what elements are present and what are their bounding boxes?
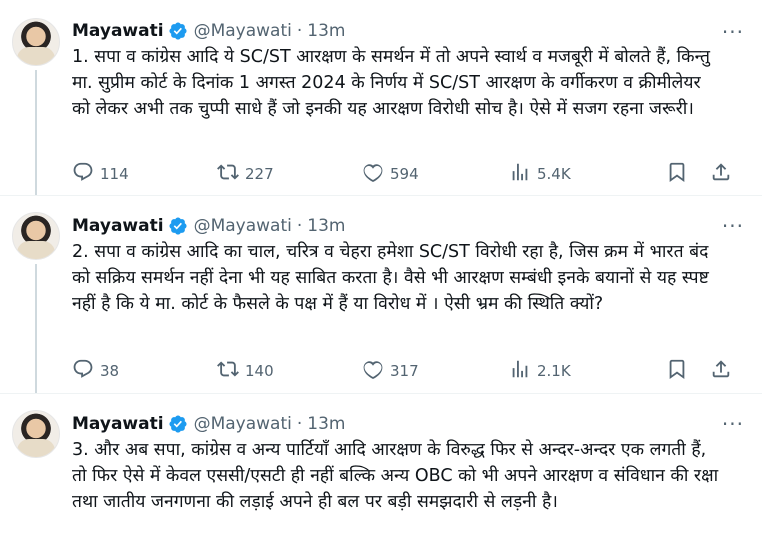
tweet-2[interactable]: Mayawati @Mayawati · 13m ··· 2. सपा व का… bbox=[0, 196, 762, 394]
avatar[interactable] bbox=[12, 410, 60, 458]
like-icon bbox=[362, 358, 384, 384]
separator-dot: · bbox=[296, 21, 303, 41]
views-button[interactable]: 5.4K bbox=[509, 161, 659, 187]
tweet-actions: 38 140 317 2.1K bbox=[72, 359, 732, 383]
views-icon bbox=[509, 358, 531, 384]
verified-badge-icon bbox=[168, 414, 188, 434]
author-name[interactable]: Mayawati bbox=[72, 216, 164, 236]
repost-icon bbox=[217, 358, 239, 384]
verified-badge-icon bbox=[168, 21, 188, 41]
separator-dot: · bbox=[296, 414, 303, 434]
thread-line bbox=[35, 264, 37, 394]
like-button[interactable]: 317 bbox=[362, 358, 509, 384]
repost-button[interactable]: 227 bbox=[217, 161, 362, 187]
timestamp[interactable]: 13m bbox=[307, 216, 345, 236]
timestamp[interactable]: 13m bbox=[307, 21, 345, 41]
views-icon bbox=[509, 161, 531, 187]
repost-button[interactable]: 140 bbox=[217, 358, 362, 384]
tweet-1[interactable]: Mayawati @Mayawati · 13m ··· 1. सपा व का… bbox=[0, 0, 762, 196]
tweet-3[interactable]: Mayawati @Mayawati · 13m ··· 3. और अब सप… bbox=[0, 394, 762, 560]
bookmark-icon[interactable] bbox=[666, 358, 688, 384]
reply-icon bbox=[72, 161, 94, 187]
tweet-text: 2. सपा व कांग्रेस आदि का चाल, चरित्र व च… bbox=[72, 242, 709, 314]
avatar[interactable] bbox=[12, 18, 60, 66]
like-count: 594 bbox=[390, 165, 419, 183]
more-icon[interactable]: ··· bbox=[722, 216, 744, 236]
tweet-actions: 114 227 594 5.4K bbox=[72, 162, 732, 186]
tweet-text: 3. और अब सपा, कांग्रेस व अन्य पार्टियाँ … bbox=[72, 440, 719, 512]
author-name[interactable]: Mayawati bbox=[72, 414, 164, 434]
reply-icon bbox=[72, 358, 94, 384]
tweet-header: Mayawati @Mayawati · 13m bbox=[72, 20, 746, 42]
like-icon bbox=[362, 161, 384, 187]
like-button[interactable]: 594 bbox=[362, 161, 509, 187]
author-handle[interactable]: @Mayawati bbox=[194, 414, 292, 434]
avatar[interactable] bbox=[12, 212, 60, 260]
verified-badge-icon bbox=[168, 216, 188, 236]
reply-count: 38 bbox=[100, 362, 120, 380]
repost-count: 140 bbox=[245, 362, 274, 380]
tweet-header: Mayawati @Mayawati · 13m bbox=[72, 413, 746, 435]
bookmark-icon[interactable] bbox=[666, 161, 688, 187]
like-count: 317 bbox=[390, 362, 419, 380]
thread-line bbox=[35, 70, 37, 196]
share-icon[interactable] bbox=[710, 161, 732, 187]
more-icon[interactable]: ··· bbox=[722, 414, 744, 434]
reply-button[interactable]: 114 bbox=[72, 161, 217, 187]
more-icon[interactable]: ··· bbox=[722, 22, 744, 42]
views-count: 2.1K bbox=[537, 362, 571, 380]
author-handle[interactable]: @Mayawati bbox=[194, 216, 292, 236]
author-name[interactable]: Mayawati bbox=[72, 21, 164, 41]
repost-icon bbox=[217, 161, 239, 187]
views-button[interactable]: 2.1K bbox=[509, 358, 659, 384]
repost-count: 227 bbox=[245, 165, 274, 183]
tweet-text: 1. सपा व कांग्रेस आदि ये SC/ST आरक्षण के… bbox=[72, 47, 710, 119]
tweet-header: Mayawati @Mayawati · 13m bbox=[72, 215, 746, 237]
reply-button[interactable]: 38 bbox=[72, 358, 217, 384]
views-count: 5.4K bbox=[537, 165, 571, 183]
author-handle[interactable]: @Mayawati bbox=[194, 21, 292, 41]
separator-dot: · bbox=[296, 216, 303, 236]
timestamp[interactable]: 13m bbox=[307, 414, 345, 434]
share-icon[interactable] bbox=[710, 358, 732, 384]
reply-count: 114 bbox=[100, 165, 129, 183]
